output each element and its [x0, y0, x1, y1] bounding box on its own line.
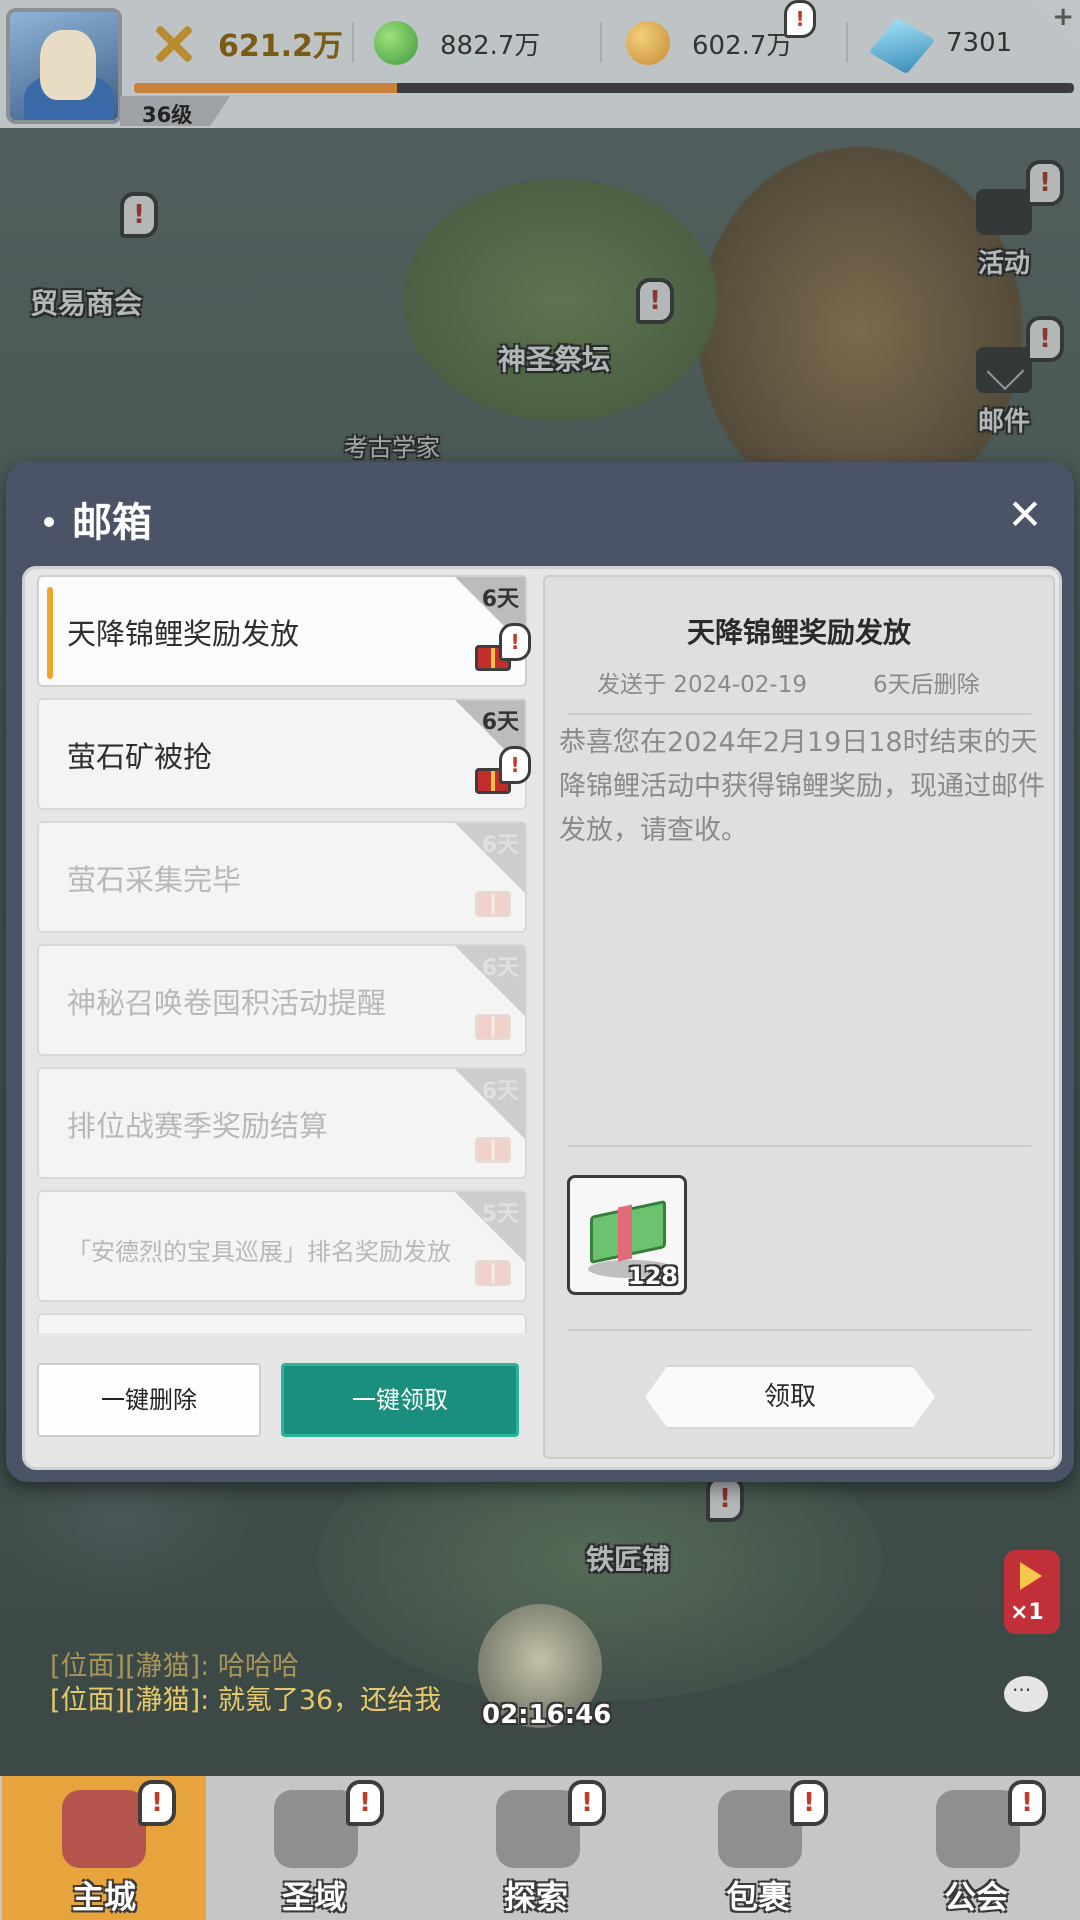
nav-item-2[interactable]: 探索! — [436, 1776, 636, 1920]
unread-alert-badge: ! — [499, 746, 531, 784]
chat-bubble-icon[interactable] — [1004, 1676, 1048, 1712]
nav-label: 公会 — [943, 1878, 1008, 1916]
attachment-gift-icon — [475, 891, 511, 917]
nav-label: 探索 — [503, 1878, 568, 1916]
mail-item[interactable]: 排位战赛季奖励结算 6天 — [37, 1067, 527, 1179]
delete-all-button[interactable]: 一键删除 — [37, 1363, 261, 1437]
nav-item-0[interactable]: 主城! — [2, 1776, 206, 1920]
diamond-currency[interactable]: 7301 — [868, 17, 1013, 75]
mail-days-left: 6天 — [481, 956, 519, 981]
mail-item[interactable]: 神秘召唤卷囤积活动提醒 6天 — [37, 944, 527, 1056]
mail-sent-date: 发送于 2024-02-19 — [597, 672, 807, 698]
claim-button[interactable]: 领取 — [645, 1365, 935, 1429]
mail-days-left: 6天 — [481, 1079, 519, 1104]
gold-alert-badge: ! — [784, 0, 816, 38]
mail-subject: 「安德烈的宝具巡展」排名奖励发放 — [67, 1238, 451, 1266]
nav-item-4[interactable]: 公会! — [876, 1776, 1076, 1920]
gold-currency[interactable]: 602.7万 — [626, 18, 792, 68]
player-avatar[interactable] — [6, 8, 122, 124]
green-currency-value: 882.7万 — [440, 30, 541, 61]
mailbox-panel: 天降锦鲤奖励发放 6天! 萤石矿被抢 6天! 萤石采集完毕 6天 神秘召唤卷囤积活动提醒 6天… — [22, 566, 1062, 1470]
mail-subject: 排位战赛季奖励结算 — [67, 1109, 329, 1143]
mail-days-left: 6天 — [481, 710, 519, 735]
mail-subject: 萤石采集完毕 — [67, 863, 242, 897]
reward-quantity: 128 — [627, 1262, 678, 1290]
bottom-nav: 主城! 圣域! 探索! 包裹! 公会! — [0, 1776, 1080, 1920]
xp-bar — [134, 83, 1074, 93]
nav-alert-badge: ! — [346, 1780, 384, 1826]
combat-power-value: 621.2万 — [218, 29, 343, 64]
unread-alert-badge: ! — [499, 623, 531, 661]
mail-days-left: 6天 — [481, 587, 519, 612]
mailbox-title-text: 邮箱 — [72, 500, 152, 546]
mail-item[interactable]: 「安德烈的宝具巡展」排名奖励发放 5天 — [37, 1190, 527, 1302]
reward-item[interactable]: 128 — [567, 1175, 687, 1295]
gold-currency-value: 602.7万 — [692, 30, 793, 61]
mail-subject: 萤石矿被抢 — [67, 740, 213, 774]
xp-bar-fill — [134, 83, 398, 93]
mail-list[interactable]: 天降锦鲤奖励发放 6天! 萤石矿被抢 6天! 萤石采集完毕 6天 神秘召唤卷囤积活动提醒 6天… — [37, 575, 531, 1333]
mail-detail-title: 天降锦鲤奖励发放 — [686, 616, 911, 649]
nav-alert-badge: ! — [1008, 1780, 1046, 1826]
blue-crystal-icon — [868, 17, 936, 75]
speed-button[interactable]: ×1 — [1004, 1550, 1060, 1634]
diamond-value: 7301 — [946, 28, 1013, 58]
top-hud: 36级 621.2万 882.7万 602.7万 ! 7301 + — [0, 0, 1080, 128]
mail-body: 恭喜您在2024年2月19日18时结束的天降锦鲤活动中获得锦鲤奖励，现通过邮件发… — [559, 727, 1045, 846]
green-orb-icon — [374, 21, 418, 65]
nav-label: 主城 — [71, 1878, 136, 1916]
speed-label: ×1 — [1010, 1600, 1044, 1625]
claim-all-button[interactable]: 一键领取 — [281, 1363, 519, 1437]
mail-subject: 神秘召唤卷囤积活动提醒 — [67, 986, 387, 1020]
attachment-gift-icon — [475, 1260, 511, 1286]
plus-icon: + — [1052, 2, 1074, 32]
gold-coin-icon — [626, 21, 670, 65]
player-level: 36级 — [120, 96, 230, 126]
mailbox-title: 邮箱 — [34, 490, 152, 548]
nav-alert-badge: ! — [568, 1780, 606, 1826]
mail-subject: 天降锦鲤奖励发放 — [67, 617, 300, 651]
mail-days-left: 5天 — [481, 1202, 519, 1227]
nav-alert-badge: ! — [138, 1780, 176, 1826]
nav-item-1[interactable]: 圣域! — [214, 1776, 414, 1920]
nav-label: 包裹 — [725, 1878, 790, 1916]
mail-days-left: 6天 — [481, 833, 519, 858]
nav-icon — [62, 1790, 146, 1868]
mail-expire-note: 6天后删除 — [873, 672, 980, 698]
crossed-swords-icon — [152, 21, 196, 65]
chest-timer: 02:16:46 — [482, 1700, 612, 1730]
close-button[interactable]: ✕ — [1002, 492, 1048, 538]
mail-item[interactable]: 天降锦鲤奖励发放 6天! — [37, 575, 531, 687]
mail-item[interactable]: 萤石矿被抢 6天! — [37, 698, 531, 810]
close-icon: ✕ — [1007, 490, 1043, 539]
attachment-gift-icon — [475, 1137, 511, 1163]
attachment-gift-icon — [475, 1014, 511, 1040]
mail-item[interactable]: 萤石采集完毕 6天 — [37, 821, 527, 933]
nav-item-3[interactable]: 包裹! — [658, 1776, 858, 1920]
mail-detail: 天降锦鲤奖励发放 发送于 2024-02-19 6天后删除 恭喜您在2024年2… — [543, 575, 1055, 1459]
mail-item[interactable] — [37, 1313, 527, 1333]
mailbox-dialog: 邮箱 ✕ 天降锦鲤奖励发放 6天! 萤石矿被抢 6天! 萤石采集完毕 6天 神秘召唤卷囤积活… — [6, 462, 1074, 1482]
add-currency-button[interactable]: + — [1030, 0, 1080, 50]
green-currency[interactable]: 882.7万 — [374, 18, 540, 68]
combat-power: 621.2万 — [152, 18, 343, 68]
play-icon — [1020, 1562, 1042, 1590]
nav-label: 圣域 — [281, 1878, 346, 1916]
nav-alert-badge: ! — [790, 1780, 828, 1826]
selected-indicator — [47, 587, 53, 679]
